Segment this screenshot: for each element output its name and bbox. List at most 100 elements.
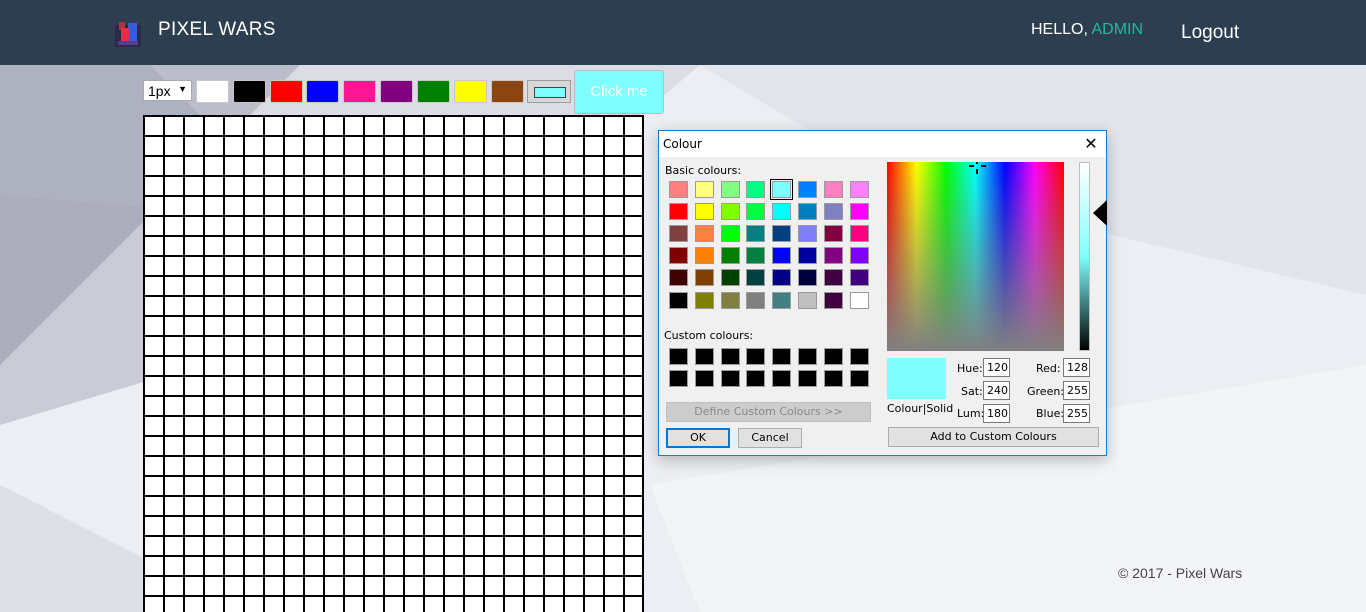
basic-colour-swatch[interactable]	[746, 269, 765, 286]
basic-colour-swatch[interactable]	[850, 225, 869, 242]
basic-colour-swatch[interactable]	[824, 203, 843, 220]
basic-colour-swatch[interactable]	[772, 247, 791, 264]
custom-colour-swatch[interactable]	[798, 370, 817, 387]
palette-swatch-black[interactable]	[233, 80, 266, 103]
basic-colour-swatch[interactable]	[695, 181, 714, 198]
basic-colour-swatch[interactable]	[746, 181, 765, 198]
basic-colour-swatch[interactable]	[798, 225, 817, 242]
basic-colour-swatch[interactable]	[746, 203, 765, 220]
red-field[interactable]: 128	[1063, 358, 1090, 377]
basic-colour-swatch[interactable]	[824, 247, 843, 264]
basic-colour-swatch[interactable]	[824, 181, 843, 198]
custom-colour-swatch[interactable]	[746, 370, 765, 387]
luminance-slider[interactable]	[1079, 162, 1090, 351]
basic-colour-swatch[interactable]	[850, 181, 869, 198]
basic-colour-swatch[interactable]	[798, 203, 817, 220]
basic-colour-swatch[interactable]	[772, 269, 791, 286]
palette-swatch-pink[interactable]	[343, 80, 376, 103]
green-field[interactable]: 255	[1063, 381, 1090, 400]
colour-preview	[887, 358, 946, 399]
palette-swatch-purple[interactable]	[380, 80, 413, 103]
basic-colour-swatch[interactable]	[721, 181, 740, 198]
basic-colour-swatch[interactable]	[669, 292, 688, 309]
lum-field[interactable]: 180	[983, 404, 1010, 423]
basic-colour-swatch[interactable]	[669, 269, 688, 286]
custom-colour-swatch[interactable]	[798, 348, 817, 365]
basic-colour-swatch[interactable]	[669, 203, 688, 220]
click-me-button[interactable]: Click me	[574, 70, 664, 114]
cancel-button[interactable]: Cancel	[738, 428, 802, 448]
custom-colour-swatch[interactable]	[721, 348, 740, 365]
basic-colour-swatch[interactable]	[721, 225, 740, 242]
basic-colour-swatch[interactable]	[850, 292, 869, 309]
colour-spectrum[interactable]	[887, 162, 1064, 351]
brush-size-select[interactable]: 1px ▼	[143, 80, 192, 101]
basic-colour-swatch[interactable]	[695, 292, 714, 309]
red-label: Red:	[1036, 362, 1061, 375]
basic-colour-swatch[interactable]	[721, 269, 740, 286]
basic-colour-swatch[interactable]	[824, 225, 843, 242]
hue-field[interactable]: 120	[983, 358, 1010, 377]
basic-colour-swatch[interactable]	[669, 247, 688, 264]
basic-colour-swatch[interactable]	[772, 203, 791, 220]
pixel-canvas[interactable]	[143, 115, 644, 612]
basic-colour-swatch[interactable]	[695, 247, 714, 264]
palette-swatch-blue[interactable]	[306, 80, 339, 103]
basic-colour-swatch[interactable]	[772, 292, 791, 309]
basic-colour-swatch[interactable]	[669, 181, 688, 198]
brand-name[interactable]: PIXEL WARS	[158, 19, 276, 41]
basic-colour-swatch[interactable]	[695, 269, 714, 286]
basic-colour-swatch[interactable]	[798, 247, 817, 264]
current-color-picker[interactable]	[527, 80, 571, 103]
basic-colour-swatch[interactable]	[695, 203, 714, 220]
custom-colour-swatch[interactable]	[772, 348, 791, 365]
custom-colour-swatch[interactable]	[850, 370, 869, 387]
close-icon[interactable]: ✕	[1076, 131, 1106, 157]
basic-colour-swatch[interactable]	[798, 269, 817, 286]
palette-swatch-white[interactable]	[196, 80, 229, 103]
sat-field[interactable]: 240	[983, 381, 1010, 400]
basic-colour-swatch[interactable]	[798, 292, 817, 309]
custom-colour-swatch[interactable]	[824, 370, 843, 387]
custom-colour-swatch[interactable]	[772, 370, 791, 387]
add-to-custom-colours-button[interactable]: Add to Custom Colours	[888, 427, 1099, 447]
palette-swatch-brown[interactable]	[491, 80, 524, 103]
ok-button[interactable]: OK	[666, 428, 730, 448]
palette-swatch-green[interactable]	[417, 80, 450, 103]
custom-colour-swatch[interactable]	[695, 370, 714, 387]
custom-colour-swatch[interactable]	[669, 348, 688, 365]
custom-colour-swatch[interactable]	[669, 370, 688, 387]
basic-colour-swatch[interactable]	[770, 179, 793, 200]
username[interactable]: ADMIN	[1091, 21, 1143, 38]
basic-colour-swatch[interactable]	[746, 247, 765, 264]
custom-colour-swatch[interactable]	[721, 370, 740, 387]
custom-colour-swatch[interactable]	[746, 348, 765, 365]
basic-colour-swatch[interactable]	[798, 181, 817, 198]
custom-colour-swatch[interactable]	[824, 348, 843, 365]
basic-colour-swatch[interactable]	[824, 269, 843, 286]
palette-swatch-red[interactable]	[270, 80, 303, 103]
blue-field[interactable]: 255	[1063, 404, 1090, 423]
basic-colour-swatch[interactable]	[850, 269, 869, 286]
palette-swatch-yellow[interactable]	[454, 80, 487, 103]
define-custom-colours-button[interactable]: Define Custom Colours >>	[666, 402, 871, 422]
basic-colour-swatch[interactable]	[850, 203, 869, 220]
basic-colour-swatch[interactable]	[772, 225, 791, 242]
basic-colour-swatch[interactable]	[721, 247, 740, 264]
custom-colour-swatch[interactable]	[695, 348, 714, 365]
basic-colour-swatch[interactable]	[850, 247, 869, 264]
dialog-title-bar[interactable]: Colour ✕	[659, 131, 1106, 157]
basic-colour-swatch[interactable]	[669, 225, 688, 242]
basic-colour-swatch[interactable]	[721, 203, 740, 220]
basic-colour-swatch[interactable]	[746, 292, 765, 309]
blue-label: Blue:	[1036, 407, 1065, 420]
basic-colour-swatch[interactable]	[746, 225, 765, 242]
pixel-wars-logo-icon[interactable]	[113, 19, 143, 49]
logout-link[interactable]: Logout	[1181, 22, 1239, 44]
custom-colour-swatch[interactable]	[850, 348, 869, 365]
basic-colour-swatch[interactable]	[824, 292, 843, 309]
luminance-pointer-icon[interactable]	[1093, 200, 1107, 226]
basic-colour-swatch[interactable]	[721, 292, 740, 309]
basic-colour-swatch[interactable]	[695, 225, 714, 242]
crosshair-icon[interactable]	[969, 162, 989, 174]
